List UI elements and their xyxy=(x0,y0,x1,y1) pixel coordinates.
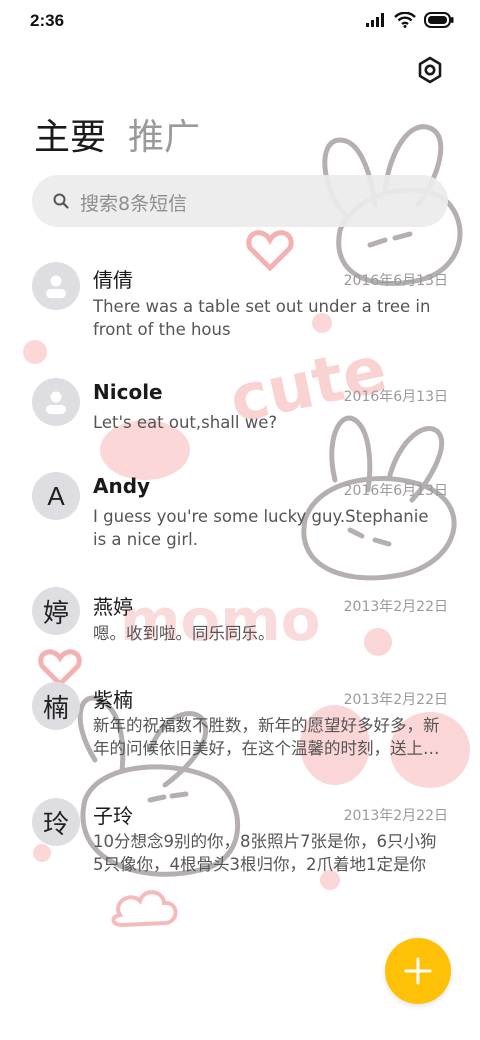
conversation-item[interactable]: 倩倩 2016年6月13日 There was a table set out … xyxy=(0,248,480,358)
category-tabs: 主要 推广 xyxy=(34,108,200,160)
message-date: 2016年6月13日 xyxy=(343,273,448,289)
contact-name: 紫楠 xyxy=(93,688,133,712)
status-icons xyxy=(366,12,454,28)
message-preview: There was a table set out under a tree i… xyxy=(93,297,431,339)
wifi-icon xyxy=(394,12,416,28)
search-placeholder: 搜索8条短信 xyxy=(80,193,188,215)
message-preview: 新年的祝福数不胜数，新年的愿望好多好多，新年的问候依旧美好，在这个温馨的时刻，送… xyxy=(93,716,440,758)
message-preview: 嗯。收到啦。同乐同乐。 xyxy=(93,624,275,643)
search-bar[interactable]: 搜索8条短信 xyxy=(32,175,448,227)
message-date: 2016年6月13日 xyxy=(343,389,448,405)
person-icon xyxy=(46,275,66,298)
battery-icon xyxy=(424,12,454,28)
message-preview: 10分想念9别的你，8张照片7张是你，6只小狗5只像你，4根骨头3根归你，2爪着… xyxy=(93,832,437,874)
conversation-item[interactable]: 婷 燕婷 2013年2月22日 嗯。收到啦。同乐同乐。 xyxy=(0,575,480,665)
avatar: 玲 xyxy=(32,798,80,846)
contact-name: 燕婷 xyxy=(93,595,133,619)
message-preview: Let's eat out,shall we? xyxy=(93,413,278,432)
conversation-item[interactable]: 楠 紫楠 2013年2月22日 新年的祝福数不胜数，新年的愿望好多好多，新年的问… xyxy=(0,668,480,778)
message-date: 2016年6月13日 xyxy=(343,483,448,499)
tab-primary[interactable]: 主要 xyxy=(34,108,106,160)
avatar: A xyxy=(32,472,80,520)
contact-name: 子玲 xyxy=(93,804,133,828)
signal-icon xyxy=(366,13,384,27)
contact-name: 倩倩 xyxy=(93,268,133,292)
avatar: 楠 xyxy=(32,682,80,730)
avatar: 婷 xyxy=(32,587,80,635)
avatar xyxy=(32,262,80,310)
tab-promotions[interactable]: 推广 xyxy=(128,108,200,160)
status-bar: 2:36 xyxy=(0,0,480,42)
avatar xyxy=(32,378,80,426)
conversation-item[interactable]: A Andy 2016年6月13日 I guess you're some lu… xyxy=(0,458,480,568)
conversation-item[interactable]: 玲 子玲 2013年2月22日 10分想念9别的你，8张照片7张是你，6只小狗5… xyxy=(0,784,480,894)
settings-icon xyxy=(418,56,442,84)
message-date: 2013年2月22日 xyxy=(343,599,448,615)
compose-button[interactable] xyxy=(385,938,451,1004)
search-icon xyxy=(53,193,69,209)
message-date: 2013年2月22日 xyxy=(343,692,448,708)
contact-name: Andy xyxy=(93,474,151,498)
message-preview: I guess you're some lucky guy.Stephanie … xyxy=(93,507,429,549)
plus-icon xyxy=(404,957,432,985)
message-date: 2013年2月22日 xyxy=(343,808,448,824)
cloud-decoration xyxy=(111,890,178,928)
status-time: 2:36 xyxy=(30,11,65,30)
conversation-item[interactable]: Nicole 2016年6月13日 Let's eat out,shall we… xyxy=(0,364,480,458)
person-icon xyxy=(46,391,66,414)
contact-name: Nicole xyxy=(93,380,163,404)
settings-button[interactable] xyxy=(414,54,446,86)
